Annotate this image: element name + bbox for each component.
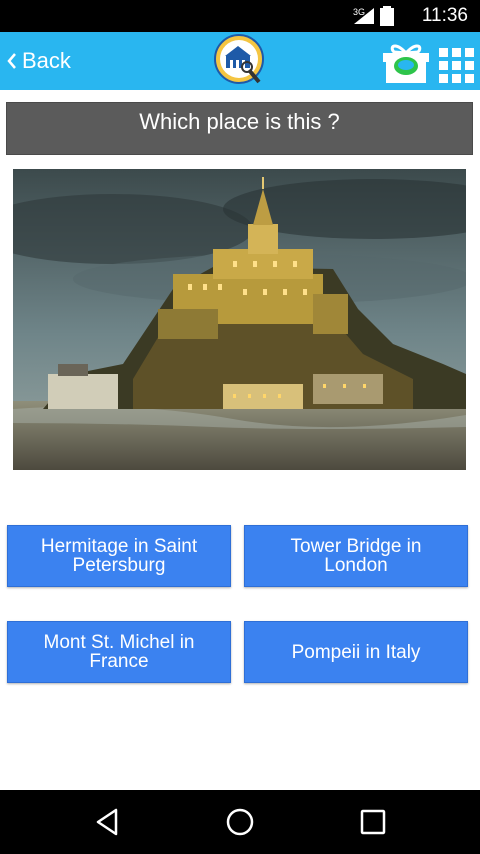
answer-button-1[interactable]: Hermitage in Saint Petersburg xyxy=(7,525,231,587)
gift-icon[interactable] xyxy=(381,39,431,85)
app-bar: Back xyxy=(0,32,480,90)
place-photo-image xyxy=(13,169,466,470)
back-label: Back xyxy=(22,48,71,73)
battery-icon xyxy=(380,6,394,26)
app-logo-icon xyxy=(214,34,264,84)
answer-button-4[interactable]: Pompeii in Italy xyxy=(244,621,468,683)
signal-icon: 3G xyxy=(353,7,374,24)
back-button[interactable]: Back xyxy=(6,44,71,78)
question-banner: Which place is this ? xyxy=(6,102,473,155)
chevron-left-icon xyxy=(7,53,16,69)
place-photo xyxy=(13,169,466,470)
network-type: 3G xyxy=(353,7,365,17)
answer-button-2[interactable]: Tower Bridge in London xyxy=(244,525,468,587)
system-nav-bar xyxy=(0,790,480,854)
answer-button-3[interactable]: Mont St. Michel in France xyxy=(7,621,231,683)
status-time: 11:36 xyxy=(421,5,468,26)
nav-home-icon[interactable] xyxy=(224,806,256,838)
status-bar: 3G 11:36 xyxy=(0,0,480,32)
grid-menu-icon[interactable] xyxy=(439,48,475,84)
status-icons: 3G xyxy=(352,6,394,26)
nav-back-icon[interactable] xyxy=(92,806,124,838)
nav-recents-icon[interactable] xyxy=(357,806,389,838)
